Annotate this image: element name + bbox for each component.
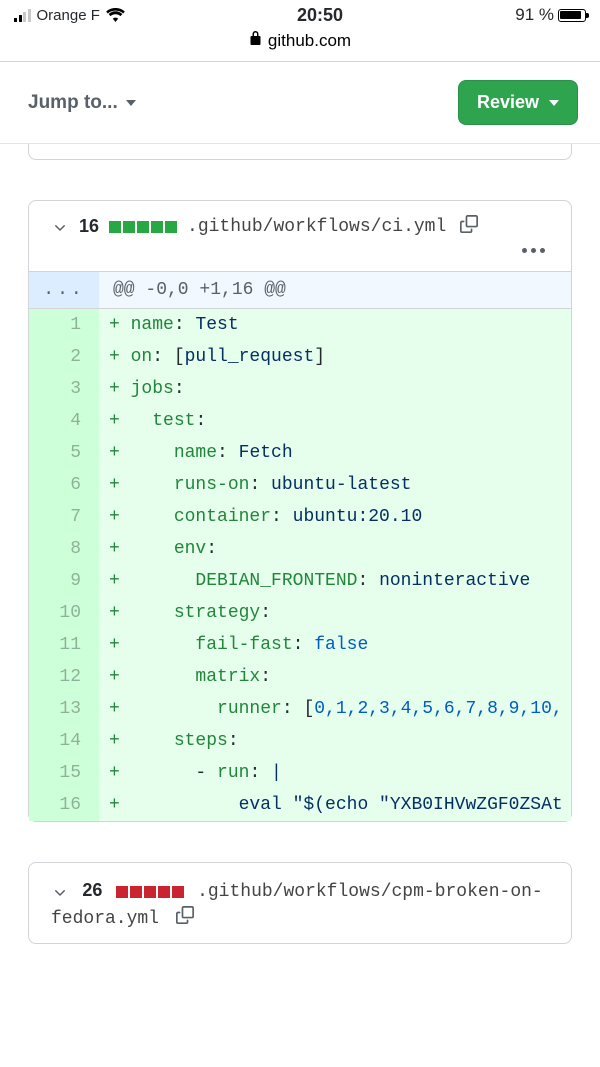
code-content: + DEBIAN_FRONTEND: noninteractive (99, 565, 571, 597)
code-content: + eval "$(echo "YXB0IHVwZGF0ZSAt (99, 789, 571, 821)
diff-line[interactable]: 3+ jobs: (29, 373, 571, 405)
diff-line[interactable]: 16+ eval "$(echo "YXB0IHVwZGF0ZSAt (29, 789, 571, 821)
diff-line[interactable]: 9+ DEBIAN_FRONTEND: noninteractive (29, 565, 571, 597)
jump-to-menu[interactable]: Jump to... (28, 92, 136, 114)
line-number[interactable]: 10 (29, 597, 99, 629)
code-content: + jobs: (99, 373, 571, 405)
line-number[interactable]: 13 (29, 693, 99, 725)
code-content: + container: ubuntu:20.10 (99, 501, 571, 533)
jump-to-label: Jump to... (28, 92, 118, 114)
diff-body: 1+ name: Test2+ on: [pull_request]3+ job… (29, 309, 571, 821)
code-content: + on: [pull_request] (99, 341, 571, 373)
diff-line[interactable]: 8+ env: (29, 533, 571, 565)
line-number[interactable]: 14 (29, 725, 99, 757)
line-number[interactable]: 3 (29, 373, 99, 405)
code-content: + test: (99, 405, 571, 437)
diff-line[interactable]: 2+ on: [pull_request] (29, 341, 571, 373)
line-number[interactable]: 2 (29, 341, 99, 373)
diff-line[interactable]: 6+ runs-on: ubuntu-latest (29, 469, 571, 501)
code-content: + name: Test (99, 309, 571, 341)
line-number[interactable]: 4 (29, 405, 99, 437)
line-number[interactable]: 8 (29, 533, 99, 565)
code-content: + matrix: (99, 661, 571, 693)
diff-line[interactable]: 4+ test: (29, 405, 571, 437)
diff-line[interactable]: 7+ container: ubuntu:20.10 (29, 501, 571, 533)
code-content: + fail-fast: false (99, 629, 571, 661)
diff-line[interactable]: 10+ strategy: (29, 597, 571, 629)
status-time: 20:50 (297, 5, 343, 26)
diff-line[interactable]: 11+ fail-fast: false (29, 629, 571, 661)
lock-icon (249, 30, 262, 51)
file-header: 26 .github/workflows/cpm-broken-on-fedor… (29, 863, 571, 943)
line-count: 26 (82, 880, 102, 900)
diff-stat-deletions-icon (116, 886, 184, 898)
caret-down-icon (126, 100, 136, 106)
diff-line[interactable]: 5+ name: Fetch (29, 437, 571, 469)
file-card: 16 .github/workflows/ci.yml ... @@ -0,0 … (28, 200, 572, 822)
diff-line[interactable]: 12+ matrix: (29, 661, 571, 693)
collapse-toggle[interactable] (51, 883, 69, 901)
copy-path-icon[interactable] (176, 906, 194, 932)
code-content: + name: Fetch (99, 437, 571, 469)
diff-line[interactable]: 14+ steps: (29, 725, 571, 757)
diff-line[interactable]: 15+ - run: | (29, 757, 571, 789)
code-content: + runner: [0,1,2,3,4,5,6,7,8,9,10, (99, 693, 571, 725)
hunk-range: @@ -0,0 +1,16 @@ (99, 272, 300, 308)
wifi-icon (106, 8, 125, 22)
copy-path-icon[interactable] (460, 215, 478, 238)
ios-status-bar: Orange F 20:50 91 % (0, 0, 600, 26)
line-number[interactable]: 11 (29, 629, 99, 661)
url-host: github.com (268, 31, 351, 51)
code-content: + env: (99, 533, 571, 565)
file-header: 16 .github/workflows/ci.yml (29, 201, 571, 271)
code-content: + runs-on: ubuntu-latest (99, 469, 571, 501)
line-number[interactable]: 12 (29, 661, 99, 693)
file-path[interactable]: .github/workflows/ci.yml (187, 217, 446, 237)
collapse-toggle[interactable] (51, 218, 69, 236)
battery-icon (558, 9, 586, 22)
code-content: + steps: (99, 725, 571, 757)
expand-hunk-icon[interactable]: ... (29, 272, 99, 308)
line-number[interactable]: 15 (29, 757, 99, 789)
file-actions-menu[interactable] (522, 248, 545, 253)
hunk-header: ... @@ -0,0 +1,16 @@ (29, 271, 571, 309)
line-number[interactable]: 5 (29, 437, 99, 469)
line-number[interactable]: 1 (29, 309, 99, 341)
battery-percent: 91 % (515, 5, 554, 25)
signal-icon (14, 9, 31, 22)
code-content: + - run: | (99, 757, 571, 789)
review-label: Review (477, 92, 539, 113)
line-number[interactable]: 9 (29, 565, 99, 597)
code-content: + strategy: (99, 597, 571, 629)
previous-file-card-edge (28, 144, 572, 160)
review-button[interactable]: Review (458, 80, 578, 125)
diff-stat-additions-icon (109, 221, 177, 233)
browser-url-bar[interactable]: github.com (0, 26, 600, 62)
files-sub-header: Jump to... Review (0, 62, 600, 144)
line-number[interactable]: 6 (29, 469, 99, 501)
line-count: 16 (79, 216, 99, 237)
line-number[interactable]: 7 (29, 501, 99, 533)
line-number[interactable]: 16 (29, 789, 99, 821)
diff-line[interactable]: 13+ runner: [0,1,2,3,4,5,6,7,8,9,10, (29, 693, 571, 725)
diff-line[interactable]: 1+ name: Test (29, 309, 571, 341)
file-card: 26 .github/workflows/cpm-broken-on-fedor… (28, 862, 572, 944)
status-left: Orange F (14, 7, 125, 24)
carrier-label: Orange F (37, 7, 100, 24)
status-right: 91 % (515, 5, 586, 25)
caret-down-icon (549, 100, 559, 106)
